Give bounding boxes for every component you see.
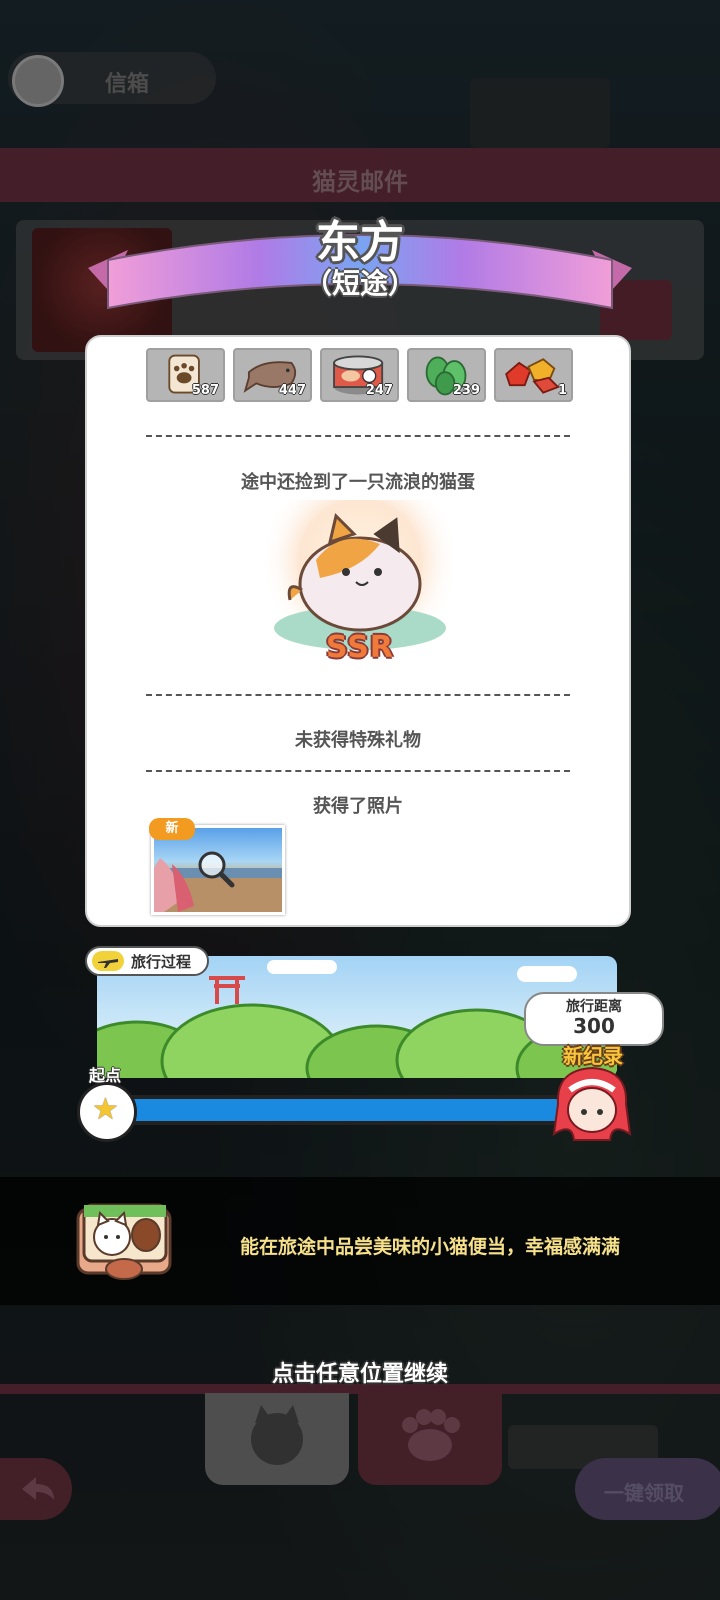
- item-count: 1: [557, 383, 567, 398]
- star-icon: ★: [92, 1092, 119, 1127]
- new-badge: 新: [149, 818, 195, 840]
- distance-label: 旅行距离: [566, 999, 622, 1015]
- travel-progress-bar: [130, 1095, 600, 1125]
- item-count: 239: [452, 383, 480, 398]
- destination-title: 东方: [316, 217, 404, 268]
- reward-item: 447: [233, 348, 312, 402]
- cat-bento-icon: [76, 1203, 172, 1280]
- message-text: 能在旅途中品尝美味的小猫便当，幸福感满满: [240, 1236, 621, 1258]
- traveler-character-icon: [552, 1066, 632, 1141]
- stray-egg-text: 途中还捡到了一只流浪的猫蛋: [241, 472, 475, 493]
- item-count: 247: [365, 383, 393, 398]
- plane-icon: [92, 951, 124, 971]
- divider: [146, 770, 570, 772]
- travel-process-label: 旅行过程: [131, 953, 192, 971]
- reward-item: 239: [407, 348, 486, 402]
- divider: [146, 435, 570, 437]
- special-gift-text: 未获得特殊礼物: [295, 730, 421, 751]
- reward-item: 587: [146, 348, 225, 402]
- reward-item: 247: [320, 348, 399, 402]
- distance-value: 300: [573, 1014, 615, 1038]
- reward-items: 587 447 247 239 1: [146, 348, 573, 402]
- destination-subtitle: （短途）: [303, 267, 416, 300]
- magnifier-icon[interactable]: [195, 848, 235, 888]
- item-count: 587: [191, 383, 219, 398]
- divider: [146, 694, 570, 696]
- reward-item: 1: [494, 348, 573, 402]
- tap-to-continue[interactable]: 点击任意位置继续: [0, 1356, 720, 1388]
- photo-section-title: 获得了照片: [313, 796, 403, 817]
- item-count: 447: [278, 383, 306, 398]
- rarity-label: SSR: [326, 630, 394, 665]
